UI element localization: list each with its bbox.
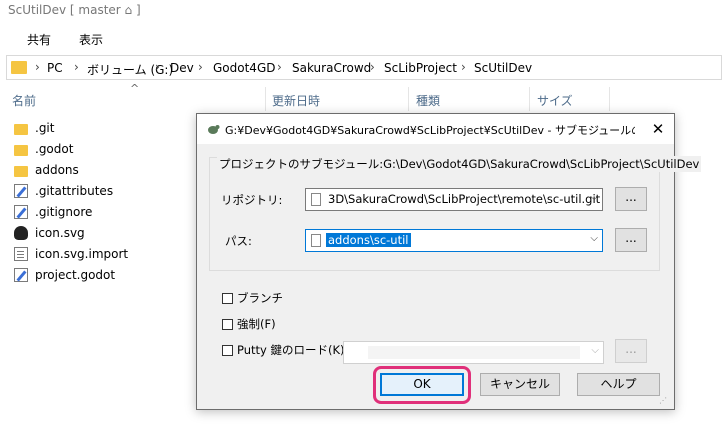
column-divider <box>609 87 610 111</box>
breadcrumb-scutildev[interactable]: ScUtilDev <box>474 61 532 75</box>
sort-ascending-icon: ^ <box>130 82 140 95</box>
putty-key-value <box>368 346 580 359</box>
repository-combo[interactable]: 3D\SakuraCrowd\ScLibProject\remote\sc-ut… <box>305 188 603 211</box>
dialog-titlebar[interactable]: G:¥Dev¥Godot4GD¥SakuraCrowd¥ScLibProject… <box>197 114 674 144</box>
list-item[interactable]: icon.svg <box>14 223 85 243</box>
chevron-right-icon: › <box>461 60 466 74</box>
chevron-right-icon: › <box>198 60 203 74</box>
chevron-down-icon: ⌵ <box>591 345 599 356</box>
column-divider <box>529 87 530 111</box>
checkbox[interactable] <box>222 344 233 356</box>
column-divider <box>408 87 409 111</box>
chevron-down-icon[interactable]: ⌵ <box>590 192 598 203</box>
resize-grip-icon[interactable]: ⋰ <box>659 396 667 405</box>
address-bar[interactable]: › PC › ボリューム (G:) › Dev › Godot4GD › Sak… <box>6 55 722 80</box>
repository-browse-button[interactable]: ... <box>615 187 647 211</box>
list-item[interactable]: .gitattributes <box>14 181 113 201</box>
folder-icon <box>11 61 27 74</box>
chevron-right-icon: › <box>155 60 160 74</box>
add-submodule-dialog: G:¥Dev¥Godot4GD¥SakuraCrowd¥ScLibProject… <box>196 113 702 410</box>
repository-label: リポジトリ: <box>221 193 283 207</box>
folder-icon <box>14 144 28 156</box>
path-combo[interactable]: addons\sc-util ⌵ <box>305 229 603 252</box>
path-label: パス: <box>225 234 252 248</box>
breadcrumb-godot4gd[interactable]: Godot4GD <box>213 61 275 75</box>
breadcrumb-sakuracrowd[interactable]: SakuraCrowd <box>292 61 371 75</box>
breadcrumb-volume[interactable]: ボリューム (G:) <box>87 61 173 78</box>
putty-key-combo: ⌵ <box>343 341 604 364</box>
cancel-button[interactable]: キャンセル <box>480 373 560 396</box>
putty-browse-button: ... <box>615 339 647 363</box>
folder-icon <box>14 165 28 177</box>
chevron-right-icon: › <box>35 60 40 74</box>
path-browse-button[interactable]: ... <box>615 228 647 252</box>
checkbox[interactable] <box>222 318 233 330</box>
ribbon-tab-share[interactable]: 共有 <box>27 31 51 48</box>
column-header-size[interactable]: サイズ <box>537 92 573 109</box>
list-item[interactable]: .git <box>14 118 54 138</box>
group-label: プロジェクトのサブモジュール:G:\Dev\Godot4GD\SakuraCro… <box>217 156 702 172</box>
text-file-icon <box>14 268 28 282</box>
ok-button[interactable]: OK <box>380 373 464 396</box>
chevron-right-icon: › <box>370 60 375 74</box>
chevron-right-icon: › <box>277 60 282 74</box>
window-title: ScUtilDev [ master ⌂ ] <box>8 3 141 17</box>
column-header-name[interactable]: 名前 <box>12 92 36 109</box>
chevron-right-icon: › <box>74 60 79 74</box>
svg-file-icon <box>14 226 28 240</box>
putty-key-checkbox[interactable]: Putty 鍵のロード(K) <box>222 342 345 358</box>
help-button[interactable]: ヘルプ <box>577 373 660 396</box>
force-checkbox[interactable]: 強制(F) <box>222 316 276 332</box>
list-item[interactable]: icon.svg.import <box>14 244 128 264</box>
folder-icon <box>14 123 28 135</box>
submodule-group <box>209 157 660 271</box>
file-icon <box>311 234 321 247</box>
breadcrumb-dev[interactable]: Dev <box>170 61 194 75</box>
dialog-title: G:¥Dev¥Godot4GD¥SakuraCrowd¥ScLibProject… <box>225 124 635 137</box>
breadcrumb-sclibproject[interactable]: ScLibProject <box>384 61 457 75</box>
list-item[interactable]: .gitignore <box>14 202 92 222</box>
breadcrumb-pc[interactable]: PC <box>47 61 63 75</box>
repository-value: 3D\SakuraCrowd\ScLibProject\remote\sc-ut… <box>328 192 601 206</box>
list-item[interactable]: .godot <box>14 139 73 159</box>
path-value: addons\sc-util <box>326 233 411 247</box>
text-file-icon <box>14 205 28 219</box>
document-icon <box>14 247 28 261</box>
column-divider <box>265 87 266 111</box>
column-header-type[interactable]: 種類 <box>416 92 440 109</box>
tortoisegit-icon <box>208 125 220 134</box>
list-item[interactable]: addons <box>14 160 79 180</box>
chevron-down-icon[interactable]: ⌵ <box>590 233 598 244</box>
ribbon-tab-view[interactable]: 表示 <box>79 31 103 48</box>
close-icon[interactable]: ✕ <box>647 118 669 140</box>
checkbox[interactable] <box>222 292 233 304</box>
text-file-icon <box>14 184 28 198</box>
branch-checkbox[interactable]: ブランチ <box>222 290 283 306</box>
file-icon <box>311 193 321 206</box>
column-header-modified[interactable]: 更新日時 <box>272 92 320 109</box>
list-item[interactable]: project.godot <box>14 265 115 285</box>
